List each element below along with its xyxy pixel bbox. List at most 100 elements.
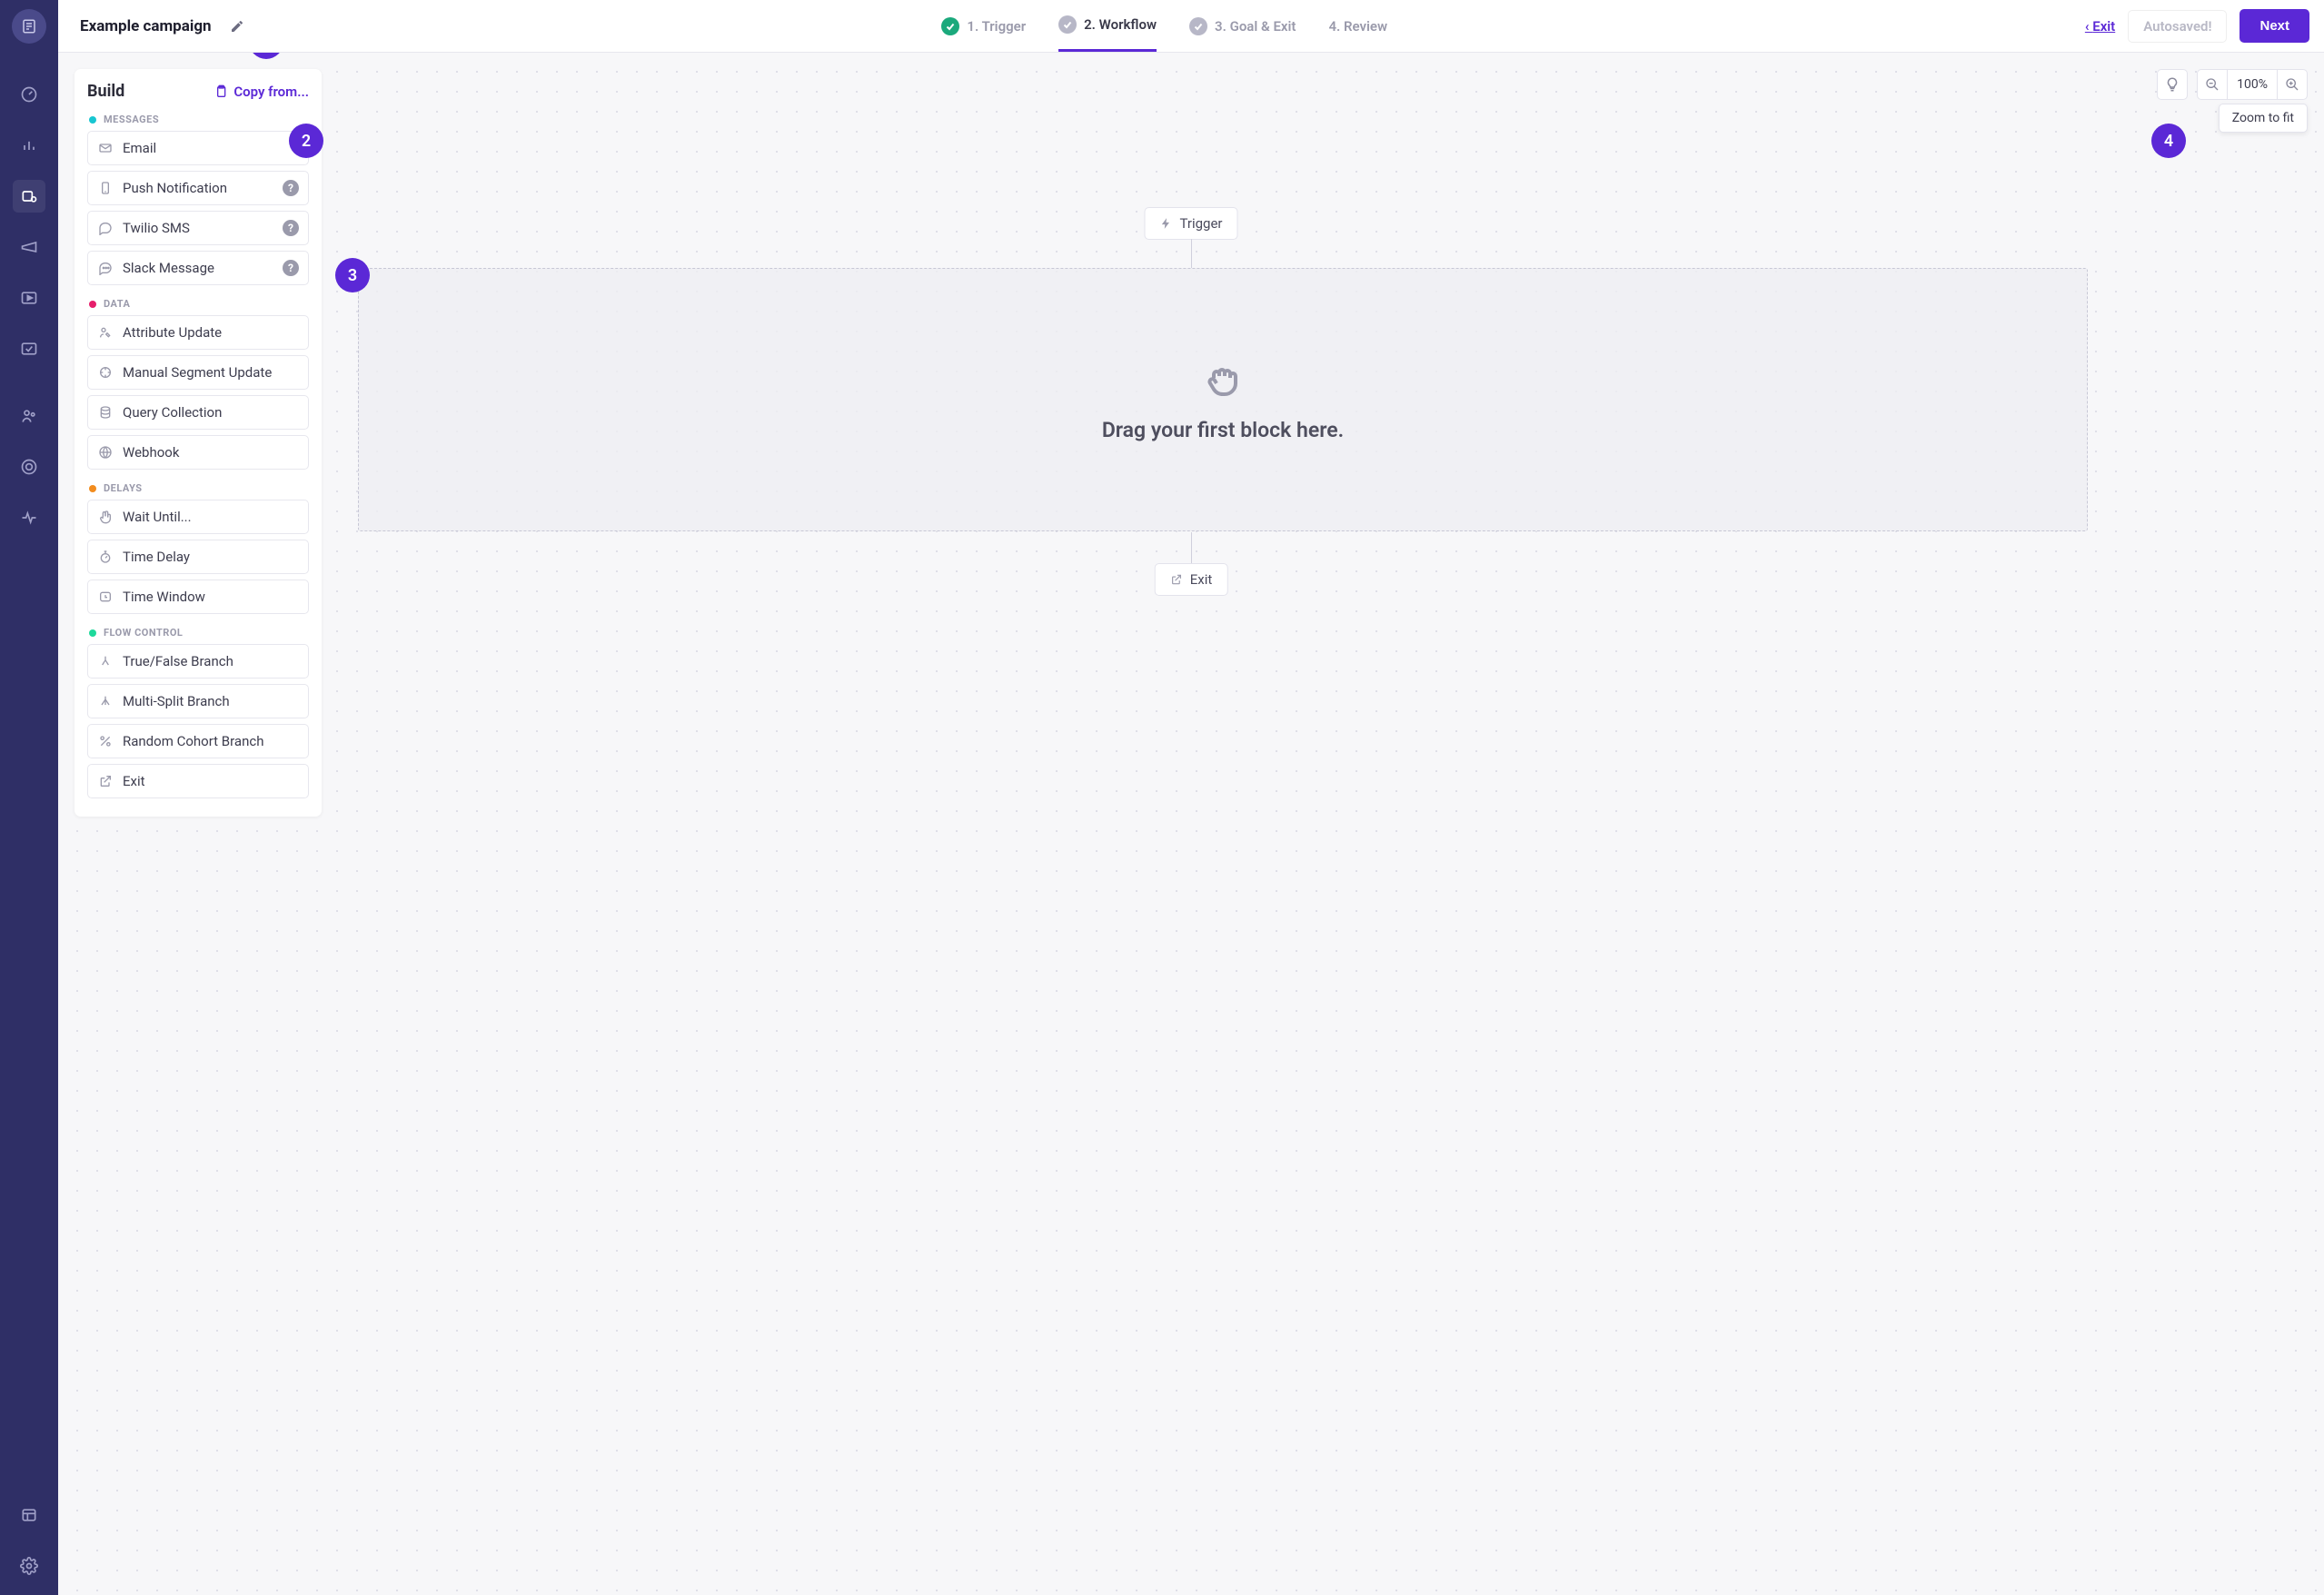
- connector-line: [1191, 532, 1192, 563]
- step-trigger[interactable]: 1. Trigger: [941, 0, 1026, 52]
- nav-activity-icon[interactable]: [13, 501, 45, 534]
- zoom-in-icon: [2285, 77, 2299, 92]
- block-twilio-sms[interactable]: Twilio SMS ?: [87, 211, 309, 245]
- block-push-notification[interactable]: Push Notification ?: [87, 171, 309, 205]
- exit-node[interactable]: Exit: [1155, 563, 1228, 596]
- block-label: Email: [123, 140, 156, 156]
- database-icon: [97, 405, 114, 420]
- logo-icon[interactable]: [12, 9, 46, 44]
- section-dot: [89, 629, 96, 637]
- chat-icon: [97, 261, 114, 275]
- block-label: Random Cohort Branch: [123, 733, 263, 749]
- block-random-cohort-branch[interactable]: Random Cohort Branch: [87, 724, 309, 758]
- step-label: 2. Workflow: [1084, 16, 1157, 33]
- lightning-icon: [1159, 217, 1172, 230]
- block-webhook[interactable]: Webhook: [87, 435, 309, 470]
- nav-dashboard-icon[interactable]: [13, 78, 45, 111]
- autosaved-status: Autosaved!: [2128, 10, 2227, 43]
- exit-link[interactable]: Exit: [2085, 18, 2115, 35]
- help-icon[interactable]: ?: [283, 220, 299, 236]
- edit-icon[interactable]: [230, 19, 244, 34]
- check-icon: [941, 17, 959, 35]
- build-title: Build: [87, 82, 124, 101]
- step-label: 3. Goal & Exit: [1215, 18, 1296, 35]
- help-icon[interactable]: ?: [283, 260, 299, 276]
- nav-people-icon[interactable]: [13, 400, 45, 432]
- workflow-canvas[interactable]: 100% Zoom to fit Trigger Dr: [58, 53, 2324, 1595]
- block-label: Exit: [123, 773, 145, 789]
- block-multi-split-branch[interactable]: Multi-Split Branch: [87, 684, 309, 718]
- section-delays-label: DELAYS: [89, 482, 309, 494]
- nav-play-icon[interactable]: [13, 282, 45, 314]
- block-email[interactable]: Email: [87, 131, 309, 165]
- block-wait-until[interactable]: Wait Until...: [87, 500, 309, 534]
- nav-send-icon[interactable]: [13, 332, 45, 365]
- block-label: Webhook: [123, 444, 179, 461]
- zoom-out-button[interactable]: [2197, 69, 2228, 100]
- copy-from-button[interactable]: Copy from...: [214, 84, 309, 100]
- section-dot: [89, 116, 96, 124]
- dropzone[interactable]: Drag your first block here.: [358, 268, 2088, 531]
- section-messages-label: MESSAGES: [89, 114, 309, 125]
- block-query-collection[interactable]: Query Collection: [87, 395, 309, 430]
- copy-from-label: Copy from...: [233, 84, 309, 100]
- zoom-level: 100%: [2228, 69, 2277, 100]
- step-review[interactable]: 4. Review: [1328, 0, 1387, 52]
- nav-campaigns-icon[interactable]: [13, 180, 45, 213]
- steps: 1. Trigger 2. Workflow 3. Goal & Exit 4.…: [941, 0, 1387, 52]
- step-goal-exit[interactable]: 3. Goal & Exit: [1189, 0, 1296, 52]
- check-icon: [1189, 17, 1207, 35]
- block-true-false-branch[interactable]: True/False Branch: [87, 644, 309, 679]
- callout-badge-3: 3: [335, 258, 370, 292]
- step-workflow[interactable]: 2. Workflow: [1058, 0, 1157, 52]
- section-dot: [89, 485, 96, 492]
- zoom-group: 100%: [2197, 69, 2308, 100]
- callout-badge-1: 1: [249, 53, 283, 59]
- help-icon[interactable]: ?: [283, 180, 299, 196]
- connector-line: [1191, 239, 1192, 268]
- zoom-to-fit-button[interactable]: Zoom to fit: [2219, 104, 2308, 133]
- block-label: Wait Until...: [123, 509, 192, 525]
- trigger-label: Trigger: [1179, 215, 1222, 232]
- chat-icon: [97, 221, 114, 235]
- block-label: Slack Message: [123, 260, 214, 276]
- phone-icon: [97, 181, 114, 195]
- block-exit[interactable]: Exit: [87, 764, 309, 798]
- nav-broadcast-icon[interactable]: [13, 231, 45, 263]
- zoom-in-button[interactable]: [2277, 69, 2308, 100]
- block-attribute-update[interactable]: Attribute Update: [87, 315, 309, 350]
- email-icon: [97, 141, 114, 155]
- block-label: Query Collection: [123, 404, 222, 421]
- callout-badge-4: 4: [2151, 124, 2186, 158]
- step-label: 4. Review: [1328, 18, 1387, 35]
- block-slack-message[interactable]: Slack Message ?: [87, 251, 309, 285]
- user-edit-icon: [97, 325, 114, 340]
- block-label: Time Delay: [123, 549, 190, 565]
- lightbulb-icon: [2164, 76, 2180, 93]
- block-label: Multi-Split Branch: [123, 693, 230, 709]
- section-data-label: DATA: [89, 298, 309, 310]
- block-time-delay[interactable]: Time Delay: [87, 540, 309, 574]
- hint-button[interactable]: [2157, 69, 2188, 100]
- multibranch-icon: [97, 694, 114, 708]
- nav-segment-icon[interactable]: [13, 451, 45, 483]
- trigger-node[interactable]: Trigger: [1144, 207, 1237, 240]
- external-icon: [1170, 573, 1183, 586]
- clock-icon: [97, 589, 114, 604]
- external-icon: [97, 774, 114, 788]
- nav-analytics-icon[interactable]: [13, 129, 45, 162]
- globe-icon: [97, 445, 114, 460]
- dropzone-text: Drag your first block here.: [1102, 418, 1344, 442]
- nav-data-icon[interactable]: [13, 1499, 45, 1531]
- block-manual-segment-update[interactable]: Manual Segment Update: [87, 355, 309, 390]
- campaign-title: Example campaign: [80, 17, 212, 35]
- nav-settings-icon[interactable]: [13, 1550, 45, 1582]
- next-button[interactable]: Next: [2240, 9, 2309, 43]
- block-time-window[interactable]: Time Window: [87, 580, 309, 614]
- header: Example campaign 1. Trigger 2. Workflow: [58, 0, 2324, 53]
- branch-icon: [97, 654, 114, 669]
- zoom-out-icon: [2205, 77, 2220, 92]
- nav-sidebar: [0, 0, 58, 1595]
- section-flow-control-label: FLOW CONTROL: [89, 627, 309, 639]
- block-label: True/False Branch: [123, 653, 233, 669]
